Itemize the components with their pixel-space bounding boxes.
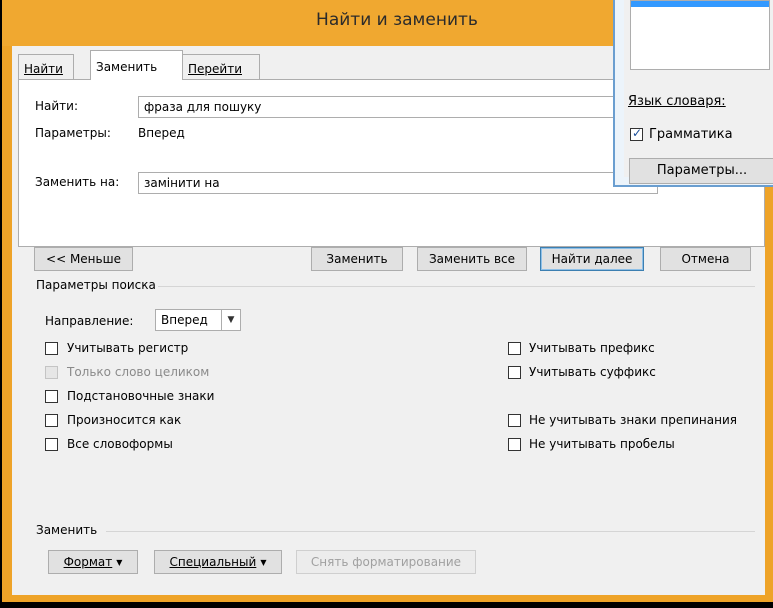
wildcards-label: Подстановочные знаки [67,389,215,403]
grammar-label: Грамматика [649,127,733,142]
tab-goto-label: Перейти [188,62,242,76]
match-suffix-checkbox[interactable] [508,366,521,379]
tab-find[interactable]: Найти [18,54,74,79]
options-label: Параметры: [35,126,111,140]
dictionary-language-label: Язык словаря: [628,94,726,109]
ignore-spaces-checkbox[interactable] [508,438,521,451]
whole-word-checkbox[interactable] [45,366,58,379]
replace-section-divider [106,531,755,532]
suggestions-listbox[interactable] [630,0,770,70]
find-next-button-label: Найти далее [551,252,633,266]
replace-all-button-label: Заменить все [428,252,516,266]
direction-select-value: Вперед [161,313,208,327]
parameters-button-label: Параметры... [656,163,748,178]
replace-all-button[interactable]: Заменить все [417,247,527,271]
ignore-punctuation-checkbox[interactable] [508,414,521,427]
options-value: Вперед [138,126,185,140]
less-button-label: << Меньше [46,252,121,266]
cancel-button-label: Отмена [681,252,730,266]
all-word-forms-label: Все словоформы [67,437,173,451]
chevron-down-icon: ▼ [221,310,240,330]
dropdown-arrow-icon: ▼ [116,558,123,567]
sounds-like-checkbox[interactable] [45,414,58,427]
direction-select[interactable]: Вперед ▼ [155,309,241,331]
format-button[interactable]: Формат ▼ [48,550,138,574]
whole-word-label: Только слово целиком [67,365,210,379]
tab-find-label: Найти [24,62,63,76]
search-options-header: Параметры поиска [36,278,156,292]
clear-formatting-label: Снять форматирование [310,555,462,569]
sounds-like-label: Произносится как [67,413,182,427]
match-suffix-label: Учитывать суффикс [529,365,656,379]
clear-formatting-button[interactable]: Снять форматирование [296,550,476,574]
all-word-forms-checkbox[interactable] [45,438,58,451]
ignore-spaces-label: Не учитывать пробелы [529,437,675,451]
match-case-checkbox[interactable] [45,342,58,355]
background-window-client: Язык словаря: Грамматика Параметры... [624,0,773,184]
direction-label: Направление: [45,314,134,328]
background-window: Язык словаря: Грамматика Параметры... [613,0,773,187]
find-next-button[interactable]: Найти далее [540,247,644,271]
find-input-value: фраза для пошуку [144,100,262,114]
less-button[interactable]: << Меньше [34,247,133,271]
ignore-punctuation-label: Не учитывать знаки препинания [529,413,737,427]
suggestions-selection [631,1,769,7]
find-input[interactable]: фраза для пошуку [138,96,658,118]
replace-input[interactable]: замінити на [138,172,658,194]
format-button-label: Формат [63,555,113,569]
tab-replace-label: Заменить [96,60,158,74]
replace-button-label: Заменить [326,252,388,266]
parameters-button[interactable]: Параметры... [629,158,773,184]
tab-goto[interactable]: Перейти [182,54,260,79]
dropdown-arrow-icon: ▼ [260,558,267,567]
dictionary-language-text: Язык словаря: [628,94,726,109]
match-case-label: Учитывать регистр [67,341,189,355]
wildcards-checkbox[interactable] [45,390,58,403]
cancel-button[interactable]: Отмена [660,247,751,271]
replace-input-value: замінити на [144,176,220,190]
find-label: Найти: [35,99,79,113]
replace-label: Заменить на: [35,175,120,189]
special-button-label: Специальный [169,555,257,569]
match-prefix-checkbox[interactable] [508,342,521,355]
search-options-divider [158,286,755,287]
special-button[interactable]: Специальный ▼ [154,550,282,574]
replace-section-header: Заменить [36,523,98,537]
tab-replace[interactable]: Заменить [90,50,183,80]
grammar-checkbox[interactable] [630,126,643,141]
match-prefix-label: Учитывать префикс [529,341,655,355]
replace-button[interactable]: Заменить [311,247,403,271]
